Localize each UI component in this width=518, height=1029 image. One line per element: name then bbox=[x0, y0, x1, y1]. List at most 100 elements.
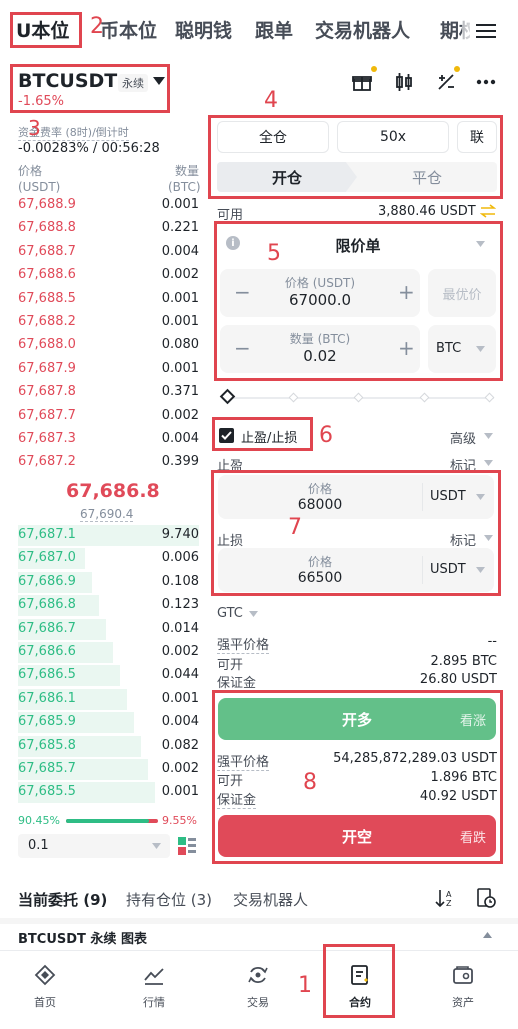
qty-unit-select[interactable]: BTC bbox=[428, 325, 496, 373]
tp-price-input[interactable]: 68000 bbox=[218, 497, 422, 513]
tab-coin-margined[interactable]: 币本位 bbox=[100, 16, 157, 43]
bid-row[interactable]: 67,686.8 0.123 bbox=[18, 594, 199, 617]
open-short-button[interactable]: 开空 看跌 bbox=[218, 815, 496, 857]
ask-row[interactable]: 67,687.3 0.004 bbox=[18, 428, 199, 451]
bid-row[interactable]: 67,686.9 0.108 bbox=[18, 571, 199, 594]
sl-trigger-label[interactable]: 标记 bbox=[450, 530, 476, 549]
price-increase-icon[interactable]: + bbox=[398, 280, 415, 304]
ask-row[interactable]: 67,688.9 0.001 bbox=[18, 194, 199, 217]
book-layout-icon[interactable] bbox=[177, 836, 197, 856]
ask-row[interactable]: 67,687.7 0.002 bbox=[18, 405, 199, 428]
sl-trigger-chevron-icon bbox=[484, 535, 493, 541]
tab-smart-money[interactable]: 聪明钱 bbox=[175, 16, 232, 43]
ask-row[interactable]: 67,688.7 0.004 bbox=[18, 241, 199, 264]
open-long-button[interactable]: 开多 看涨 bbox=[218, 698, 496, 740]
slider-mark-50[interactable] bbox=[353, 392, 364, 403]
tpsl-checkbox[interactable] bbox=[219, 428, 234, 443]
long-margin-value: 26.80 USDT bbox=[419, 672, 497, 687]
best-price-button[interactable]: 最优价 bbox=[428, 269, 496, 317]
more-icon[interactable] bbox=[474, 70, 498, 94]
ask-row[interactable]: 67,687.8 0.371 bbox=[18, 381, 199, 404]
tab-open-position[interactable]: 开仓 bbox=[217, 162, 357, 192]
book-price: 67,685.9 bbox=[18, 714, 76, 730]
tab-copy-trading[interactable]: 跟单 bbox=[255, 16, 293, 43]
ask-row[interactable]: 67,688.5 0.001 bbox=[18, 288, 199, 311]
bid-row[interactable]: 67,685.8 0.082 bbox=[18, 735, 199, 758]
qty-increase-icon[interactable]: + bbox=[398, 336, 415, 360]
ask-row[interactable]: 67,688.6 0.002 bbox=[18, 264, 199, 287]
annotation-3: 3 bbox=[28, 116, 41, 140]
tp-price-field: 价格 68000 USDT bbox=[218, 475, 494, 519]
candlestick-icon[interactable] bbox=[392, 70, 416, 94]
ask-row[interactable]: 67,688.8 0.221 bbox=[18, 217, 199, 240]
nav-futures[interactable]: 合约 bbox=[334, 958, 386, 1010]
tab-close-position[interactable]: 平仓 bbox=[357, 162, 497, 192]
tp-trigger-label[interactable]: 标记 bbox=[450, 455, 476, 474]
slider-mark-100[interactable] bbox=[484, 392, 495, 403]
menu-icon[interactable] bbox=[474, 20, 498, 42]
calculator-dot bbox=[454, 66, 460, 72]
book-price: 67,685.5 bbox=[18, 784, 76, 800]
bid-row[interactable]: 67,686.5 0.044 bbox=[18, 664, 199, 687]
sl-price-input[interactable]: 66500 bbox=[218, 570, 422, 586]
order-history-icon[interactable] bbox=[475, 887, 497, 909]
bid-row[interactable]: 67,685.7 0.002 bbox=[18, 758, 199, 781]
short-open-value: 1.896 BTC bbox=[430, 770, 497, 785]
sl-unit[interactable]: USDT bbox=[430, 562, 466, 577]
tab-open-orders[interactable]: 当前委托 (9) bbox=[18, 889, 107, 910]
transfer-icon[interactable] bbox=[479, 202, 497, 220]
leverage-button[interactable]: 50x bbox=[337, 121, 449, 153]
book-price: 67,686.7 bbox=[18, 620, 76, 636]
calculator-icon[interactable] bbox=[434, 70, 458, 94]
tif-select[interactable]: GTC bbox=[217, 606, 243, 621]
tab-trading-bots[interactable]: 交易机器人 bbox=[315, 16, 410, 43]
tpsl-label[interactable]: 止盈/止损 bbox=[241, 427, 297, 446]
nav-markets[interactable]: 行情 bbox=[128, 958, 180, 1010]
bid-row[interactable]: 67,686.7 0.014 bbox=[18, 618, 199, 641]
ask-row[interactable]: 67,687.2 0.399 bbox=[18, 451, 199, 474]
symbol-name[interactable]: BTCUSDT bbox=[18, 70, 117, 92]
tp-unit[interactable]: USDT bbox=[430, 489, 466, 504]
tab-positions[interactable]: 持有仓位 (3) bbox=[126, 889, 212, 910]
qty-input[interactable]: 0.02 bbox=[220, 347, 420, 365]
bid-row[interactable]: 67,685.5 0.001 bbox=[18, 781, 199, 804]
nav-assets-label: 资产 bbox=[452, 996, 474, 1009]
chart-bar-chevron-up-icon[interactable] bbox=[483, 932, 492, 938]
advanced-label[interactable]: 高级 bbox=[450, 428, 476, 447]
slider-mark-75[interactable] bbox=[419, 392, 430, 403]
last-price[interactable]: 67,686.8 bbox=[66, 480, 160, 502]
price-input[interactable]: 67000.0 bbox=[220, 291, 420, 309]
ask-row[interactable]: 67,688.2 0.001 bbox=[18, 311, 199, 334]
qty-slider-handle[interactable] bbox=[219, 388, 236, 405]
gift-icon[interactable] bbox=[350, 70, 374, 94]
nav-trade[interactable]: 交易 bbox=[232, 958, 284, 1010]
sort-icon[interactable]: AZ bbox=[434, 887, 456, 909]
chart-bar-label[interactable]: BTCUSDT 永续 图表 bbox=[18, 928, 147, 947]
bid-row[interactable]: 67,687.1 9.740 bbox=[18, 524, 199, 547]
nav-home[interactable]: 首页 bbox=[19, 958, 71, 1010]
long-liq-value: -- bbox=[487, 634, 497, 649]
bid-row[interactable]: 67,685.9 0.004 bbox=[18, 711, 199, 734]
precision-select[interactable]: 0.1 bbox=[18, 834, 170, 858]
bid-row[interactable]: 67,686.6 0.002 bbox=[18, 641, 199, 664]
ask-row[interactable]: 67,687.9 0.001 bbox=[18, 358, 199, 381]
advanced-chevron-icon bbox=[484, 433, 493, 439]
position-mode-button[interactable]: 联 bbox=[457, 121, 497, 153]
chevron-down-icon[interactable] bbox=[152, 74, 166, 88]
bid-row[interactable]: 67,686.1 0.001 bbox=[18, 688, 199, 711]
nav-assets[interactable]: 资产 bbox=[437, 958, 489, 1010]
margin-mode-button[interactable]: 全仓 bbox=[217, 121, 329, 153]
slider-mark-25[interactable] bbox=[288, 392, 299, 403]
sl-divider bbox=[422, 556, 423, 584]
annotation-8: 8 bbox=[303, 770, 317, 795]
qty-unit-chevron-icon bbox=[476, 346, 485, 352]
ask-row[interactable]: 67,688.0 0.080 bbox=[18, 334, 199, 357]
bid-row[interactable]: 67,687.0 0.006 bbox=[18, 547, 199, 570]
ratio-bar bbox=[66, 819, 158, 823]
open-short-label: 开空 bbox=[341, 828, 372, 846]
tab-u-margined[interactable]: U本位 bbox=[16, 16, 69, 43]
order-type-select[interactable]: i 限价单 bbox=[220, 227, 496, 261]
svg-text:Z: Z bbox=[446, 899, 452, 908]
tab-bots[interactable]: 交易机器人 bbox=[233, 889, 308, 910]
annotation-6: 6 bbox=[319, 423, 333, 448]
